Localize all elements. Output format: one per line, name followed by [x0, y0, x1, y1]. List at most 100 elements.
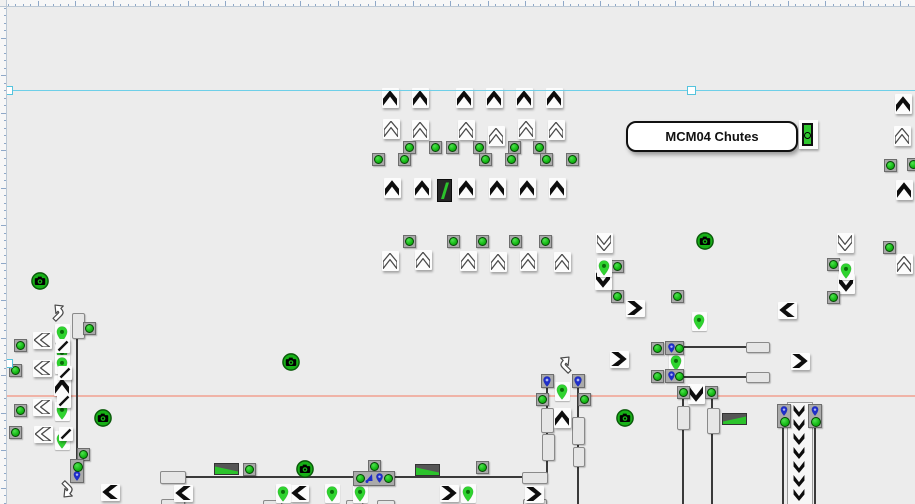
camera-icon[interactable]: [296, 460, 314, 478]
chevron-up-black-icon[interactable]: [412, 88, 429, 108]
chevron-right-black-icon[interactable]: [791, 353, 810, 370]
pin-led-pair-tile[interactable]: [665, 341, 684, 355]
chevron-up-white-icon[interactable]: [520, 251, 537, 271]
chevron-up-black-icon[interactable]: [458, 178, 475, 198]
map-pin-icon[interactable]: [555, 382, 570, 401]
status-led-indicator[interactable]: [536, 393, 549, 406]
turn-arrow-icon[interactable]: [557, 355, 575, 373]
chevron-up-black-icon[interactable]: [382, 88, 399, 108]
status-led-indicator[interactable]: [884, 159, 897, 172]
camera-icon[interactable]: [94, 409, 112, 427]
status-led-indicator[interactable]: [372, 153, 385, 166]
pin-led-stack-tile[interactable]: [70, 459, 84, 483]
map-pin-icon[interactable]: [692, 312, 707, 331]
status-led-indicator[interactable]: [578, 393, 591, 406]
chevron-up-black-icon[interactable]: [896, 180, 913, 200]
conveyor-segment[interactable]: [677, 406, 690, 430]
status-led-indicator[interactable]: [539, 235, 552, 248]
chevron-left-black-icon[interactable]: [290, 485, 309, 502]
status-led-indicator[interactable]: [243, 463, 256, 476]
chevron-up-white-icon[interactable]: [383, 119, 400, 139]
chevron-right-black-icon[interactable]: [440, 485, 459, 502]
status-led-indicator[interactable]: [509, 235, 522, 248]
conveyor-segment[interactable]: [522, 472, 548, 484]
conveyor-segment[interactable]: [573, 447, 585, 467]
status-led-indicator[interactable]: [403, 235, 416, 248]
ramp-gauge-icon[interactable]: [415, 464, 440, 476]
status-led-indicator[interactable]: [479, 153, 492, 166]
turn-arrow-icon[interactable]: [58, 481, 76, 499]
map-pin-icon[interactable]: [461, 484, 476, 503]
turn-arrow-icon[interactable]: [49, 303, 67, 321]
conveyor-segment[interactable]: [707, 408, 720, 434]
map-pin-icon[interactable]: [325, 484, 340, 503]
camera-icon[interactable]: [282, 353, 300, 371]
chevron-up-white-icon[interactable]: [382, 251, 399, 271]
status-led-indicator[interactable]: [446, 141, 459, 154]
status-led-indicator[interactable]: [429, 141, 442, 154]
chevron-left-white-icon[interactable]: [33, 399, 52, 416]
chevron-up-black-icon[interactable]: [519, 178, 536, 198]
status-led-indicator[interactable]: [907, 158, 915, 171]
conveyor-segment[interactable]: [572, 417, 585, 445]
conveyor-segment[interactable]: [541, 408, 554, 433]
status-led-indicator[interactable]: [476, 235, 489, 248]
chevron-up-black-icon[interactable]: [516, 88, 533, 108]
belt-slash-icon[interactable]: [58, 366, 72, 380]
chevron-up-black-icon[interactable]: [384, 178, 401, 198]
conveyor-segment[interactable]: [746, 372, 770, 383]
status-led-indicator[interactable]: [14, 339, 27, 352]
chevron-up-white-icon[interactable]: [490, 252, 507, 272]
blue-pin-tile[interactable]: [541, 374, 554, 388]
chevron-up-black-icon[interactable]: [554, 408, 571, 428]
blue-pin-tile[interactable]: [572, 374, 585, 388]
chevron-up-white-icon[interactable]: [415, 250, 432, 270]
chevron-left-white-icon[interactable]: [34, 426, 53, 443]
ramp-gauge-icon[interactable]: [214, 463, 239, 475]
chevron-right-black-icon[interactable]: [610, 351, 629, 368]
status-led-indicator[interactable]: [505, 153, 518, 166]
status-led-indicator[interactable]: [651, 370, 664, 383]
status-led-indicator[interactable]: [14, 404, 27, 417]
chute-group-label[interactable]: MCM04 Chutes: [626, 121, 798, 152]
camera-icon[interactable]: [696, 232, 714, 250]
chevron-up-white-icon[interactable]: [460, 251, 477, 271]
pin-led-pair-tile[interactable]: [665, 369, 684, 383]
chevron-up-black-icon[interactable]: [546, 88, 563, 108]
status-led-indicator[interactable]: [476, 461, 489, 474]
chevron-up-white-icon[interactable]: [412, 120, 429, 140]
status-led-indicator[interactable]: [611, 290, 624, 303]
chevron-left-white-icon[interactable]: [33, 332, 52, 349]
chevron-up-black-icon[interactable]: [895, 94, 912, 114]
gate-indicator[interactable]: [799, 120, 818, 149]
belt-slash-icon[interactable]: [57, 394, 71, 408]
map-pin-icon[interactable]: [839, 261, 854, 280]
chevron-up-black-icon[interactable]: [549, 178, 566, 198]
map-pin-icon[interactable]: [276, 484, 291, 503]
chevron-right-black-icon[interactable]: [525, 486, 544, 503]
conveyor-segment[interactable]: [542, 434, 555, 461]
status-led-indicator[interactable]: [540, 153, 553, 166]
status-led-indicator[interactable]: [447, 235, 460, 248]
map-pin-icon[interactable]: [597, 258, 612, 277]
chevron-right-black-icon[interactable]: [626, 300, 645, 317]
chevron-up-white-icon[interactable]: [518, 119, 535, 139]
chevron-up-white-icon[interactable]: [896, 254, 913, 274]
conveyor-segment[interactable]: [377, 500, 395, 504]
camera-icon[interactable]: [31, 272, 49, 290]
chevron-left-white-icon[interactable]: [33, 360, 52, 377]
conveyor-segment[interactable]: [746, 342, 770, 353]
chevron-down-white-icon[interactable]: [837, 233, 854, 253]
sensor-combo-tile[interactable]: [353, 471, 395, 486]
chevron-up-white-icon[interactable]: [554, 252, 571, 272]
chevron-up-white-icon[interactable]: [548, 120, 565, 140]
status-led-indicator[interactable]: [883, 241, 896, 254]
chevron-up-black-icon[interactable]: [489, 178, 506, 198]
status-led-indicator[interactable]: [705, 386, 718, 399]
status-led-indicator[interactable]: [83, 322, 96, 335]
chevron-down-white-icon[interactable]: [596, 233, 613, 253]
chevron-left-black-icon[interactable]: [174, 485, 193, 502]
chevron-down-black-icon[interactable]: [688, 384, 705, 404]
status-led-indicator[interactable]: [566, 153, 579, 166]
status-led-indicator[interactable]: [611, 260, 624, 273]
